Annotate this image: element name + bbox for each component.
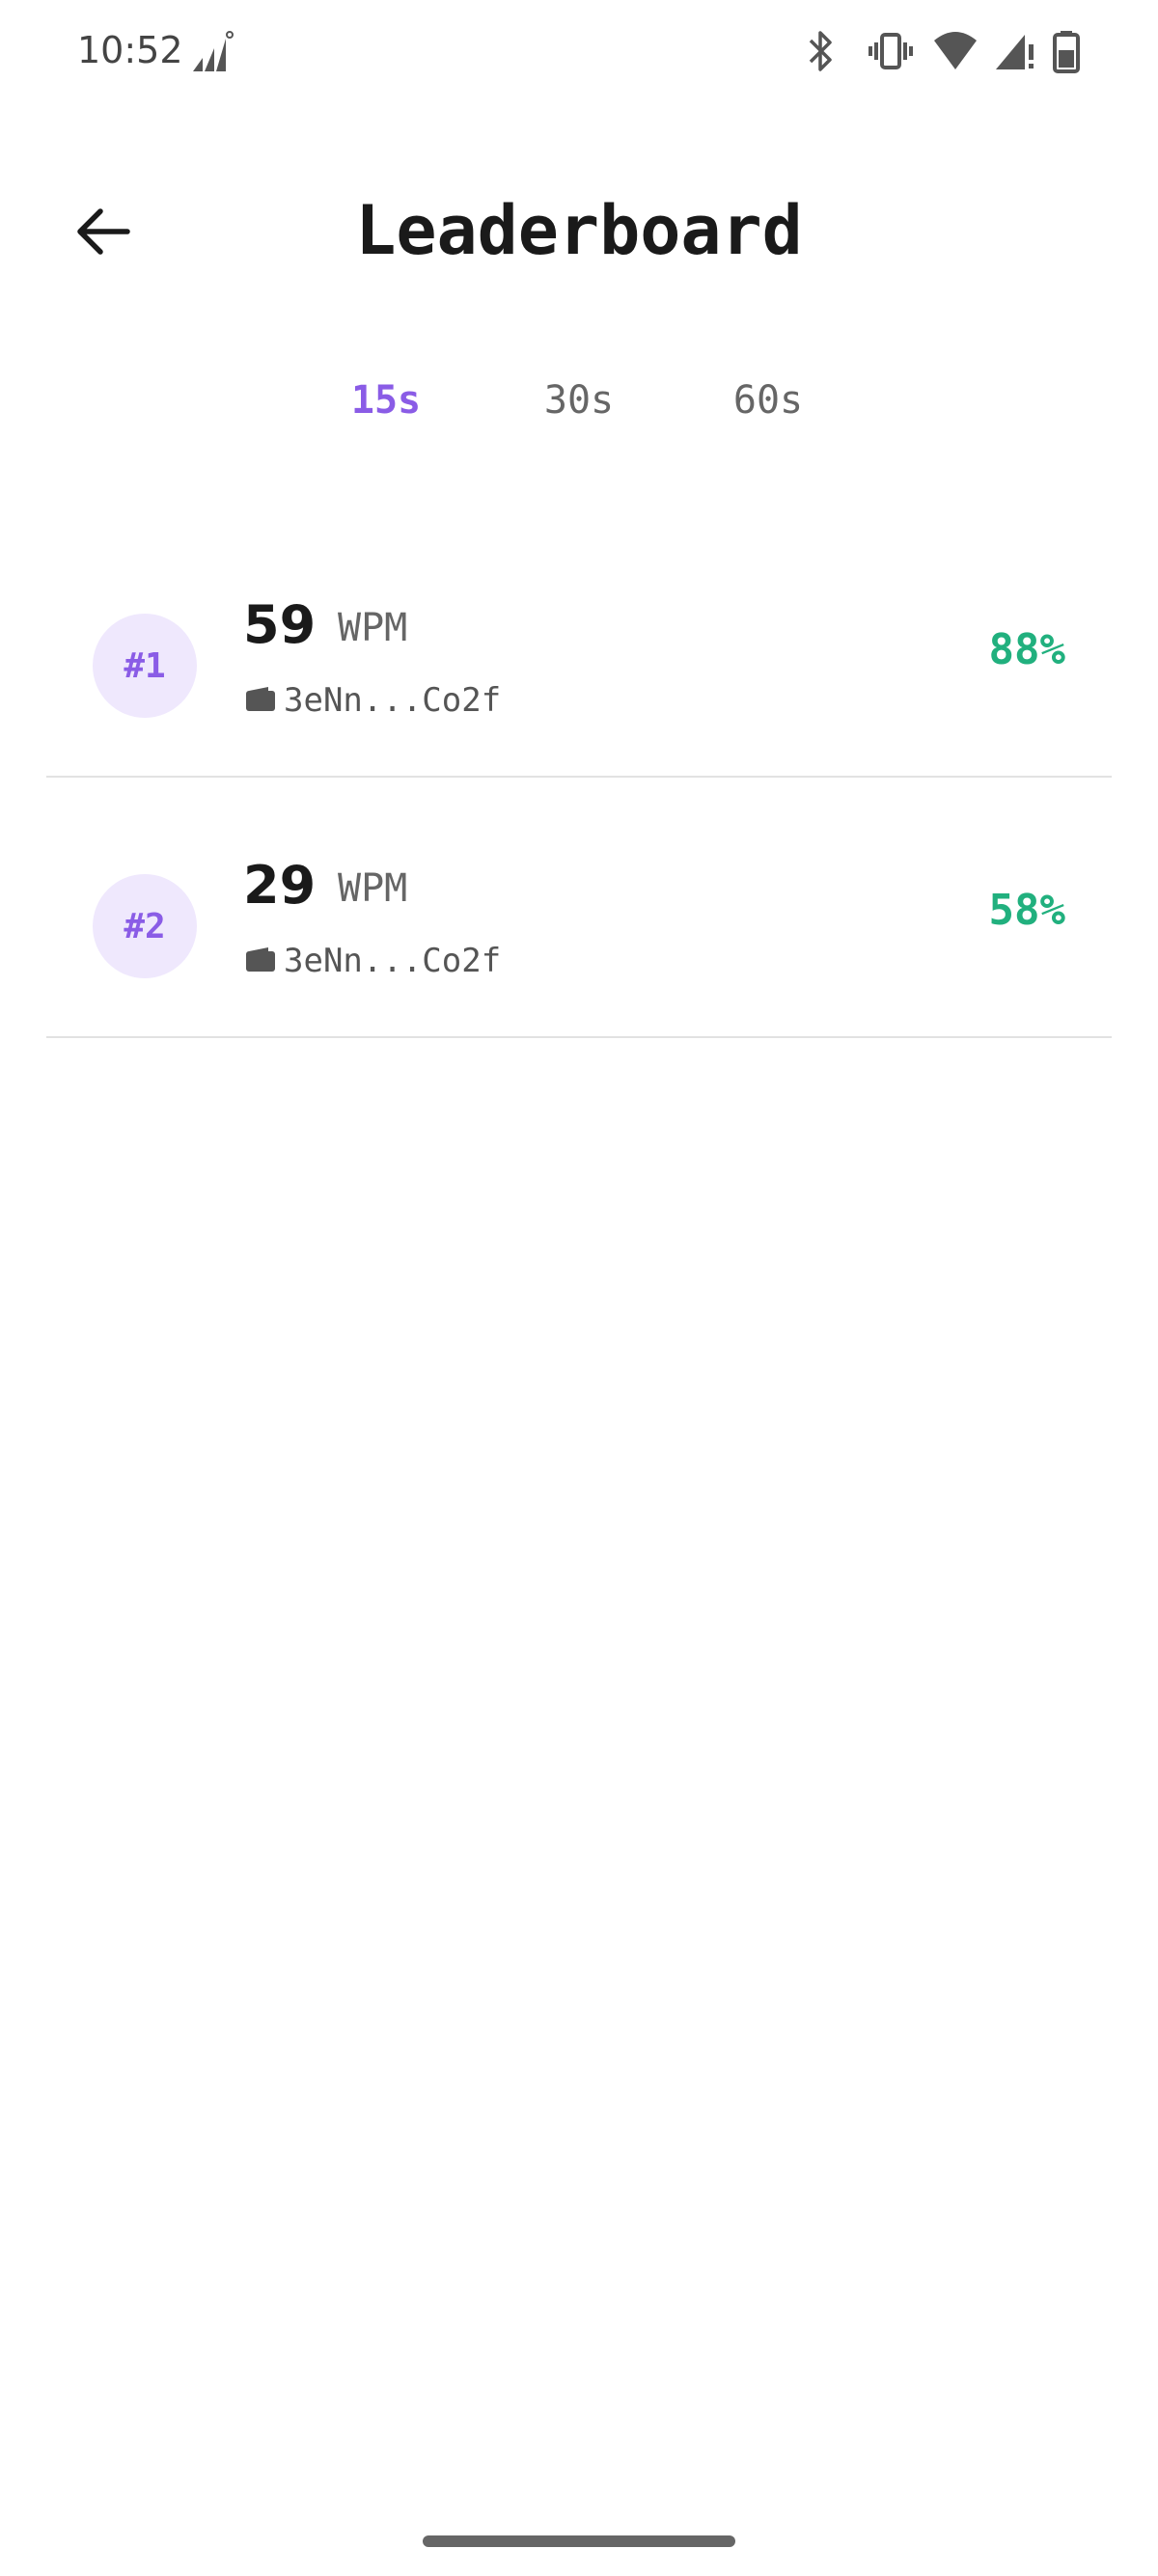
wallet-address: 3eNn...Co2f	[284, 681, 502, 720]
tab-30s[interactable]: 30s	[502, 378, 656, 423]
rank-badge: #1	[93, 614, 197, 718]
wallet-line: 3eNn...Co2f	[245, 681, 501, 720]
wpm-unit: WPM	[338, 606, 408, 650]
tab-15s[interactable]: 15s	[309, 378, 463, 423]
wallet-icon	[245, 685, 284, 716]
rank-badge: #2	[93, 874, 197, 978]
wallet-icon	[245, 945, 284, 976]
status-time: 10:52	[77, 29, 183, 71]
home-indicator[interactable]	[423, 2535, 735, 2547]
wpm-value: 59	[243, 594, 317, 655]
tab-60s[interactable]: 60s	[691, 378, 845, 423]
wpm-value: 29	[243, 855, 317, 916]
accuracy-value: 88%	[988, 625, 1065, 674]
leaderboard-row[interactable]: #2 29 WPM 3eNn...Co2f 58%	[46, 778, 1112, 1038]
wallet-line: 3eNn...Co2f	[245, 942, 501, 980]
accuracy-value: 58%	[988, 886, 1065, 935]
battery-icon	[1052, 29, 1081, 77]
page-title: Leaderboard	[355, 191, 803, 270]
wpm-unit: WPM	[338, 866, 408, 911]
signal-activity-icon	[189, 29, 234, 79]
wifi-icon	[932, 29, 979, 77]
bluetooth-icon	[807, 29, 836, 77]
status-bar: 10:52	[0, 0, 1158, 106]
duration-tabs: 15s 30s 60s	[0, 378, 1158, 436]
vibrate-icon	[868, 29, 913, 77]
cell-signal-icon	[994, 29, 1036, 77]
leaderboard-row[interactable]: #1 59 WPM 3eNn...Co2f 88%	[46, 517, 1112, 778]
wallet-address: 3eNn...Co2f	[284, 942, 502, 980]
